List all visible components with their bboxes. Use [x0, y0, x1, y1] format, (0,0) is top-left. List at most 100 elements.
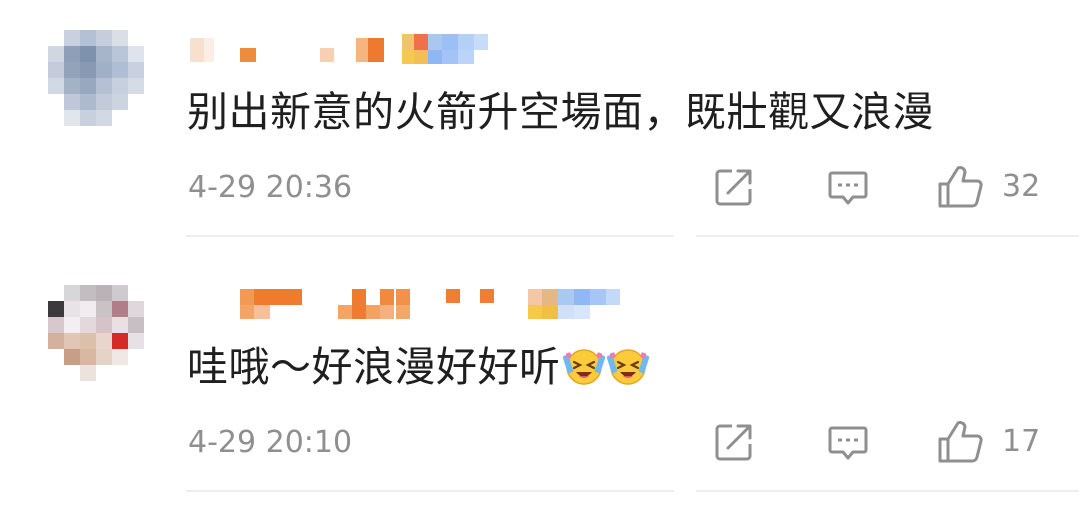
laughing-tears-icon	[606, 345, 649, 387]
avatar-pixel	[144, 333, 160, 349]
avatar-pixel	[112, 94, 128, 110]
share-button[interactable]	[712, 164, 756, 210]
avatar-pixel	[96, 94, 112, 110]
comment-list: 别出新意的火箭升空場面，既壯觀又浪漫 4-29 20:36 32 哇哦～好浪漫好…	[0, 0, 1079, 511]
avatar-pixel	[96, 46, 112, 62]
avatar-pixel	[64, 30, 80, 46]
avatar-pixel	[80, 94, 96, 110]
avatar-pixel	[128, 46, 144, 62]
avatar-pixel	[144, 126, 160, 142]
laughing-tears-icon	[562, 345, 605, 387]
avatar-pixel	[64, 301, 80, 317]
avatar-pixel	[144, 317, 160, 333]
divider	[696, 490, 1079, 492]
avatar-pixel	[80, 317, 96, 333]
avatar-pixel	[80, 365, 96, 381]
avatar-pixel	[112, 30, 128, 46]
share-icon	[715, 424, 752, 461]
avatar-pixel	[128, 285, 144, 301]
avatar-pixel	[80, 333, 96, 349]
avatar-pixel	[96, 62, 112, 78]
avatar-pixel	[96, 301, 112, 317]
share-icon	[715, 169, 752, 206]
avatar-pixel	[48, 285, 64, 301]
avatar-pixel	[48, 365, 64, 381]
avatar-pixel	[128, 30, 144, 46]
avatar-pixel	[64, 62, 80, 78]
divider	[186, 235, 674, 237]
avatar[interactable]	[48, 30, 160, 142]
comment-text: 哇哦～好浪漫好好听	[187, 339, 649, 395]
avatar-pixel	[128, 126, 144, 142]
avatar-pixel	[96, 30, 112, 46]
share-button[interactable]	[712, 419, 756, 465]
avatar-pixel	[48, 30, 64, 46]
avatar-pixel	[48, 62, 64, 78]
avatar-pixel	[112, 301, 128, 317]
avatar-pixel	[128, 110, 144, 126]
avatar-pixel	[80, 126, 96, 142]
like-count: 32	[1002, 169, 1041, 204]
avatar-pixel	[128, 365, 144, 381]
avatar-pixel	[144, 78, 160, 94]
comment-icon	[828, 426, 868, 460]
avatar-pixel	[128, 94, 144, 110]
avatar[interactable]	[48, 285, 160, 397]
comment-text: 别出新意的火箭升空場面，既壯觀又浪漫	[187, 84, 934, 140]
avatar-pixel	[48, 126, 64, 142]
avatar-pixel	[144, 30, 160, 46]
comment-timestamp: 4-29 20:36	[188, 170, 353, 205]
avatar-pixel	[96, 78, 112, 94]
thumbs-up-icon	[938, 166, 983, 208]
comment-timestamp: 4-29 20:10	[188, 425, 353, 460]
like-button[interactable]: 17	[936, 419, 1040, 465]
avatar-pixel	[112, 110, 128, 126]
avatar-pixel	[112, 46, 128, 62]
avatar-pixel	[96, 365, 112, 381]
avatar-pixel	[96, 110, 112, 126]
comment-item: 别出新意的火箭升空場面，既壯觀又浪漫 4-29 20:36 32	[0, 0, 1079, 256]
avatar-pixel	[80, 349, 96, 365]
like-button[interactable]: 32	[936, 164, 1040, 210]
avatar-pixel	[112, 78, 128, 94]
avatar-pixel	[48, 301, 64, 317]
username-pixelated[interactable]	[190, 30, 510, 66]
username-pixelated[interactable]	[190, 285, 620, 321]
avatar-pixel	[96, 333, 112, 349]
avatar-pixel	[48, 349, 64, 365]
avatar-pixel	[112, 333, 128, 349]
avatar-pixel	[144, 349, 160, 365]
avatar-pixel	[80, 285, 96, 301]
like-count: 17	[1002, 424, 1041, 459]
avatar-pixel	[96, 126, 112, 142]
avatar-pixel	[144, 285, 160, 301]
avatar-pixel	[80, 110, 96, 126]
comment-body: 别出新意的火箭升空場面，既壯觀又浪漫	[187, 88, 934, 136]
avatar-pixel	[80, 30, 96, 46]
avatar-pixel	[64, 126, 80, 142]
avatar-pixel	[48, 317, 64, 333]
avatar-pixel	[64, 333, 80, 349]
avatar-pixel	[144, 110, 160, 126]
comment-icon	[828, 171, 868, 205]
avatar-pixel	[112, 365, 128, 381]
comment-button[interactable]	[826, 164, 870, 210]
avatar-pixel	[112, 381, 128, 397]
avatar-pixel	[112, 126, 128, 142]
divider	[186, 490, 674, 492]
avatar-pixel	[144, 301, 160, 317]
comment-button[interactable]	[826, 419, 870, 465]
avatar-pixel	[128, 62, 144, 78]
avatar-pixel	[64, 110, 80, 126]
avatar-pixel	[64, 78, 80, 94]
avatar-pixel	[80, 78, 96, 94]
avatar-pixel	[144, 94, 160, 110]
avatar-pixel	[48, 78, 64, 94]
thumbs-up-icon	[938, 421, 983, 463]
divider	[696, 235, 1079, 237]
avatar-pixel	[64, 317, 80, 333]
avatar-pixel	[96, 349, 112, 365]
avatar-pixel	[64, 46, 80, 62]
comment-item: 哇哦～好浪漫好好听 4-29 20:10 17	[0, 255, 1079, 511]
avatar-pixel	[128, 78, 144, 94]
